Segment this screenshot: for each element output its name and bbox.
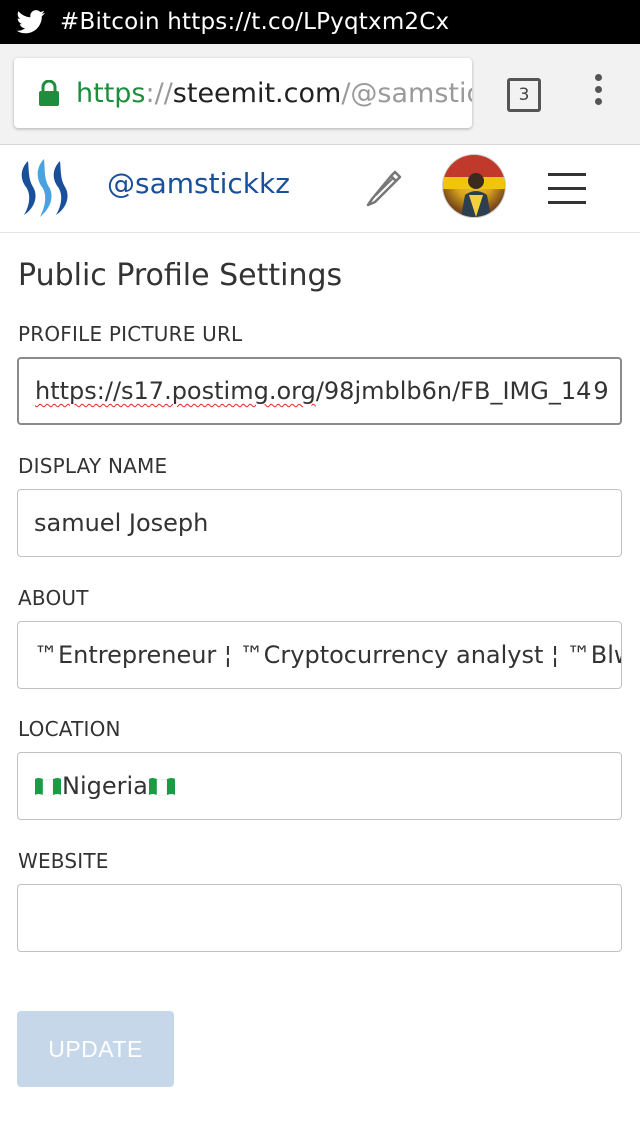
location-label: LOCATION xyxy=(18,717,121,741)
username-link[interactable]: @samstickkz xyxy=(107,167,290,200)
browser-toolbar: https://steemit.com/@samstic 3 xyxy=(0,44,640,145)
location-input[interactable]: Nigeria xyxy=(17,752,622,820)
about-label: ABOUT xyxy=(18,586,89,610)
url-separator: :// xyxy=(145,77,173,109)
display-name-input[interactable]: samuel Joseph xyxy=(17,489,622,557)
location-value: Nigeria xyxy=(62,772,148,800)
site-header: @samstickkz xyxy=(0,145,640,233)
overflow-menu-icon[interactable] xyxy=(586,74,610,114)
about-value: ™Entrepreneur ¦ ™Cryptocurrency analyst … xyxy=(34,641,622,669)
lock-icon xyxy=(39,80,59,106)
url-text[interactable]: https://steemit.com/@samstic xyxy=(76,78,472,109)
about-input[interactable]: ™Entrepreneur ¦ ™Cryptocurrency analyst … xyxy=(17,621,622,689)
url-host: steemit.com xyxy=(172,77,342,109)
pen-icon[interactable] xyxy=(364,169,404,207)
display-name-value: samuel Joseph xyxy=(34,509,209,537)
url-value-part1: https://s17.postimg.org xyxy=(35,377,316,405)
steemit-logo-icon[interactable] xyxy=(18,157,78,219)
profile-picture-url-label: PROFILE PICTURE URL xyxy=(18,322,243,346)
hamburger-menu-icon[interactable] xyxy=(548,173,586,205)
display-name-label: DISPLAY NAME xyxy=(18,454,168,478)
nigeria-flag-icon xyxy=(148,778,175,796)
tab-switcher-button[interactable]: 3 xyxy=(507,78,541,112)
website-input[interactable] xyxy=(17,884,622,952)
notification-text[interactable]: #Bitcoin https://t.co/LPyqtxm2Cx xyxy=(60,9,449,35)
status-bar: #Bitcoin https://t.co/LPyqtxm2Cx xyxy=(0,0,640,44)
update-button[interactable]: UPDATE xyxy=(17,1011,174,1087)
twitter-bird-icon xyxy=(16,10,45,34)
nigeria-flag-icon xyxy=(35,778,61,796)
website-label: WEBSITE xyxy=(18,849,109,873)
address-bar[interactable]: https://steemit.com/@samstic xyxy=(14,58,472,128)
url-path: /@samstic xyxy=(341,77,472,109)
url-value-part2: /98jmblb6n/FB_IMG_14 xyxy=(315,377,592,405)
profile-picture-url-input[interactable]: https://s17.postimg.org/98jmblb6n/FB_IMG… xyxy=(17,357,622,425)
url-scheme: https xyxy=(76,77,146,109)
avatar[interactable] xyxy=(443,155,505,217)
url-value-part3: 9 xyxy=(593,377,609,405)
page-title: Public Profile Settings xyxy=(18,258,343,293)
